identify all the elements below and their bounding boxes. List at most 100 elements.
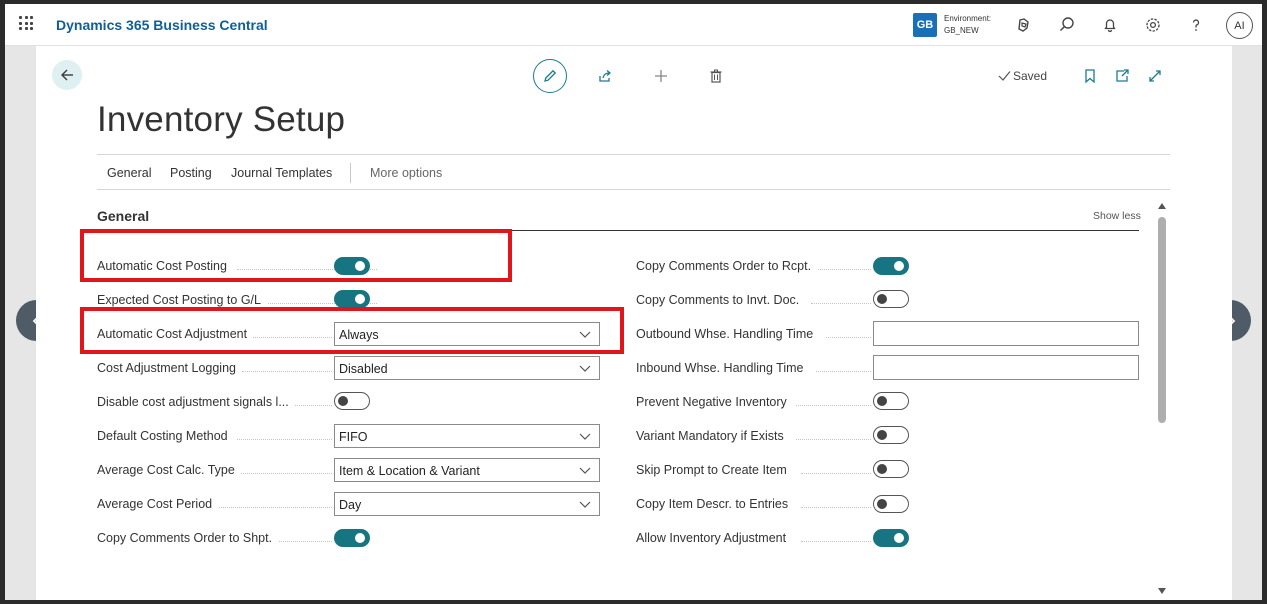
copy-item-descr-to-entries-toggle[interactable] (873, 495, 909, 513)
select-value: Item & Location & Variant (339, 464, 480, 478)
chevron-down-icon (579, 365, 591, 372)
copilot-icon[interactable] (1014, 15, 1034, 35)
field-label: Average Cost Period (97, 497, 219, 511)
gear-icon[interactable] (1143, 15, 1163, 35)
field-label: Default Costing Method (97, 429, 234, 443)
environment-label: Environment: (944, 14, 992, 23)
app-launcher-icon[interactable] (19, 16, 33, 30)
field-cost-adjustment-logging: Cost Adjustment Logging Disabled (97, 356, 617, 380)
expand-button[interactable] (1146, 67, 1164, 85)
checkmark-icon (998, 71, 1011, 81)
section-title[interactable]: General (97, 208, 149, 224)
average-cost-period-select[interactable]: Day (334, 492, 600, 516)
scroll-down-arrow-icon[interactable] (1158, 588, 1166, 594)
field-label: Disable cost adjustment signals l... (97, 395, 295, 409)
copy-comments-order-to-shpt-toggle[interactable] (334, 529, 370, 547)
plus-icon (655, 70, 667, 82)
field-label: Variant Mandatory if Exists (636, 429, 790, 443)
field-label: Inbound Whse. Handling Time (636, 361, 810, 375)
copy-comments-to-invt-doc-toggle[interactable] (873, 290, 909, 308)
environment-info[interactable]: Environment: GB_NEW (944, 13, 991, 37)
expected-cost-posting-toggle[interactable] (334, 290, 370, 308)
field-copy-comments-order-to-rcpt: Copy Comments Order to Rcpt. (636, 254, 916, 278)
environment-name: GB_NEW (944, 26, 979, 35)
delete-button[interactable] (707, 67, 725, 85)
field-label: Average Cost Calc. Type (97, 463, 241, 477)
tab-journal-templates[interactable]: Journal Templates (231, 166, 332, 180)
default-costing-method-select[interactable]: FIFO (334, 424, 600, 448)
share-icon (599, 70, 612, 82)
field-inbound-whse-handling-time: Inbound Whse. Handling Time (636, 355, 1139, 380)
field-skip-prompt-to-create-item: Skip Prompt to Create Item (636, 458, 916, 482)
field-prevent-negative-inventory: Prevent Negative Inventory (636, 390, 916, 414)
field-label: Copy Comments to Invt. Doc. (636, 293, 806, 307)
field-disable-cost-adjustment-signals: Disable cost adjustment signals l... (97, 390, 377, 414)
environment-badge[interactable]: GB (913, 13, 937, 37)
select-value: Disabled (339, 362, 388, 376)
select-value: FIFO (339, 430, 368, 444)
setup-page: Saved Inventory Setup General Posting Jo… (36, 46, 1232, 600)
pencil-icon (544, 69, 557, 82)
field-copy-comments-to-invt-doc: Copy Comments to Invt. Doc. (636, 288, 916, 312)
share-button[interactable] (596, 67, 614, 85)
tab-posting[interactable]: Posting (170, 166, 212, 180)
bookmark-button[interactable] (1081, 67, 1099, 85)
scrollbar-thumb[interactable] (1158, 217, 1166, 423)
trash-icon (710, 69, 722, 83)
field-variant-mandatory-if-exists: Variant Mandatory if Exists (636, 424, 916, 448)
field-copy-comments-order-to-shpt: Copy Comments Order to Shpt. (97, 526, 377, 550)
bookmark-icon (1085, 69, 1095, 84)
field-label: Cost Adjustment Logging (97, 361, 242, 375)
bell-icon[interactable] (1100, 15, 1120, 35)
skip-prompt-to-create-item-toggle[interactable] (873, 460, 909, 478)
field-label: Copy Comments Order to Shpt. (97, 531, 279, 545)
back-button[interactable] (52, 60, 82, 90)
copy-comments-order-to-rcpt-toggle[interactable] (873, 257, 909, 275)
brand-title[interactable]: Dynamics 365 Business Central (56, 17, 268, 33)
search-icon[interactable] (1057, 15, 1077, 35)
field-average-cost-period: Average Cost Period Day (97, 492, 617, 516)
disable-cost-adjustment-signals-toggle[interactable] (334, 392, 370, 410)
variant-mandatory-if-exists-toggle[interactable] (873, 426, 909, 444)
field-allow-inventory-adjustment: Allow Inventory Adjustment (636, 526, 916, 550)
more-options-button[interactable]: More options (370, 166, 442, 180)
new-button[interactable] (652, 67, 670, 85)
allow-inventory-adjustment-toggle[interactable] (873, 529, 909, 547)
expand-icon (1149, 70, 1161, 82)
action-bar: General Posting Journal Templates More o… (97, 154, 1170, 190)
field-label: Copy Item Descr. to Entries (636, 497, 795, 511)
show-less-link[interactable]: Show less (1093, 210, 1141, 222)
app-window: Dynamics 365 Business Central GB Environ… (5, 4, 1262, 600)
field-label: Automatic Cost Adjustment (97, 327, 254, 341)
field-label: Outbound Whse. Handling Time (636, 327, 820, 341)
field-default-costing-method: Default Costing Method FIFO (97, 424, 617, 448)
average-cost-calc-type-select[interactable]: Item & Location & Variant (334, 458, 600, 482)
edit-button[interactable] (533, 59, 567, 93)
page-title: Inventory Setup (97, 100, 346, 139)
cost-adjustment-logging-select[interactable]: Disabled (334, 356, 600, 380)
field-copy-item-descr-to-entries: Copy Item Descr. to Entries (636, 492, 916, 516)
tab-general[interactable]: General (107, 166, 151, 180)
select-value: Day (339, 498, 362, 512)
field-outbound-whse-handling-time: Outbound Whse. Handling Time (636, 321, 1139, 346)
field-label: Allow Inventory Adjustment (636, 531, 793, 545)
chevron-down-icon (579, 501, 591, 508)
arrow-left-icon (61, 69, 73, 81)
open-new-window-button[interactable] (1113, 67, 1131, 85)
chevron-down-icon (579, 433, 591, 440)
field-label: Copy Comments Order to Rcpt. (636, 259, 818, 273)
action-bar-divider (350, 163, 351, 183)
chevron-down-icon (579, 467, 591, 474)
outbound-whse-handling-time-input[interactable] (873, 321, 1139, 346)
field-average-cost-calc-type: Average Cost Calc. Type Item & Location … (97, 458, 617, 482)
inbound-whse-handling-time-input[interactable] (873, 355, 1139, 380)
open-in-new-window-icon (1116, 69, 1129, 82)
help-icon[interactable] (1186, 15, 1206, 35)
scroll-up-arrow-icon[interactable] (1158, 203, 1166, 209)
user-avatar[interactable]: AI (1226, 12, 1253, 39)
prevent-negative-inventory-toggle[interactable] (873, 392, 909, 410)
field-label: Skip Prompt to Create Item (636, 463, 793, 477)
highlight-box-automatic-cost-posting (80, 229, 512, 282)
top-bar: Dynamics 365 Business Central GB Environ… (5, 4, 1262, 46)
field-label: Prevent Negative Inventory (636, 395, 793, 409)
